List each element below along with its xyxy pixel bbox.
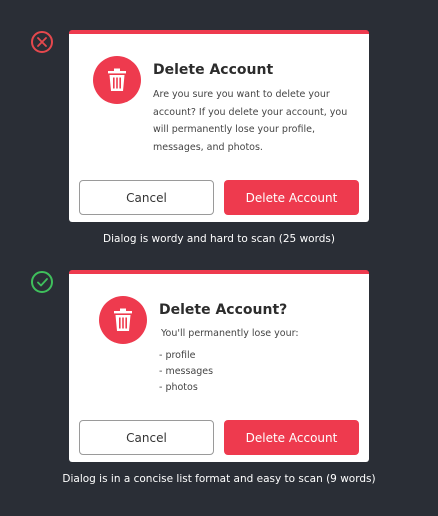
dialog-message: Are you sure you want to delete your acc… (153, 89, 348, 153)
cancel-button[interactable]: Cancel (79, 180, 214, 215)
dialog-title: Delete Account (153, 62, 274, 78)
delete-account-button[interactable]: Delete Account (224, 420, 359, 455)
dialog-title: Delete Account? (159, 302, 288, 318)
delete-dialog-concise: Delete Account? You'll permanently lose … (69, 270, 369, 462)
cancel-button[interactable]: Cancel (79, 420, 214, 455)
list-item: - messages (159, 366, 214, 377)
x-icon (31, 31, 53, 53)
delete-dialog-wordy: Delete Account Are you sure you want to … (69, 30, 369, 222)
list-item: - photos (159, 382, 198, 393)
caption-concise: Dialog is in a concise list format and e… (62, 473, 376, 485)
loss-list: - profile - messages - photos (159, 348, 213, 396)
trash-icon (99, 296, 147, 344)
caption-wordy: Dialog is wordy and hard to scan (25 wor… (103, 233, 335, 245)
dialog-lead-text: You'll permanently lose your: (161, 328, 299, 339)
trash-icon (93, 56, 141, 104)
check-icon (31, 271, 53, 293)
delete-account-button[interactable]: Delete Account (224, 180, 359, 215)
list-item: - profile (159, 350, 196, 361)
